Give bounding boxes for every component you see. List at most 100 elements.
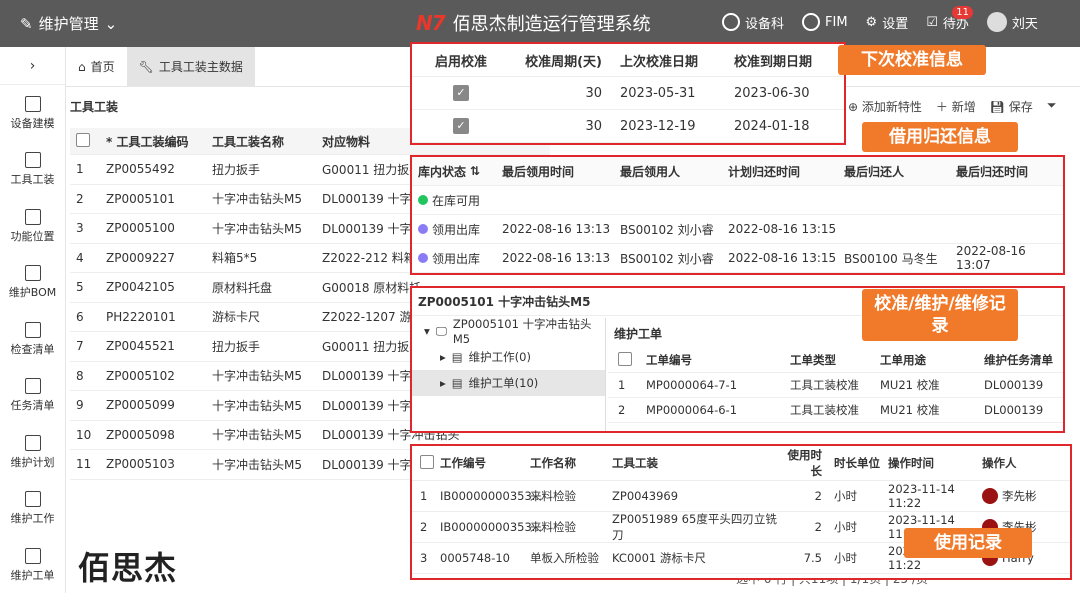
todo-badge: 11 <box>952 5 973 19</box>
status-text: 领用出库 <box>432 251 481 266</box>
table-row[interactable]: 领用出库 2022-08-16 13:13 BS00102 刘小睿 2022-08-1… <box>412 215 1063 244</box>
tab-label: 工具工装主数据 <box>158 60 243 74</box>
tree-node[interactable]: ▾ 🖵 ZP0005101 十字冲击钻头M5 <box>412 317 605 346</box>
dept-switch[interactable]: 设备科 <box>722 13 784 32</box>
table-cell: 十字冲击钻头M5 <box>212 192 302 207</box>
column-header: 校准周期(天) <box>525 54 602 70</box>
table-row[interactable]: ✓ 30 2023-05-31 2023-06-30 <box>412 77 844 110</box>
table-cell: 扭力扳手 <box>212 339 261 354</box>
table-cell: 来料检验 <box>530 520 576 534</box>
device-icon: 🖵 <box>435 323 447 338</box>
sidebar-item-maintenance-bom[interactable]: 维护BOM <box>0 255 65 312</box>
column-header: 工单编号 <box>646 353 692 367</box>
select-all-checkbox[interactable] <box>618 351 632 366</box>
tree-arrow-icon[interactable]: ▸ <box>440 376 446 390</box>
sort-icon[interactable]: ⇅ <box>470 164 480 178</box>
table-cell: BS00100 马冬生 <box>844 251 938 266</box>
table-cell: 小时 <box>834 520 857 534</box>
sidebar-item-function-location[interactable]: 功能位置 <box>0 198 65 255</box>
status-dot-icon <box>418 195 428 205</box>
sidebar-item-maintenance-work[interactable]: 维护工作 <box>0 481 65 538</box>
column-header: 时长单位 <box>834 456 880 470</box>
column-header: 维护任务清单 <box>984 353 1053 367</box>
tree-arrow-icon[interactable]: ▸ <box>440 350 446 364</box>
column-header: 使用时长 <box>787 448 823 478</box>
usage-panel: 工作编号 工作名称 工具工装 使用时长 时长单位 操作时间 操作人 1 IB000… <box>410 444 1072 580</box>
home-icon: ⌂ <box>78 59 86 74</box>
sidebar-item-tools[interactable]: 工具工装 <box>0 142 65 199</box>
maintenance-callout: 校准/维护/维修记录 <box>862 289 1018 342</box>
sidebar-item-checklist[interactable]: 检查清单 <box>0 311 65 368</box>
table-cell: ZP0005103 <box>106 457 175 472</box>
brand: N7 佰思杰制造运行管理系统 <box>416 10 651 36</box>
table-cell: 5 <box>76 280 84 295</box>
select-all-checkbox[interactable] <box>420 454 434 469</box>
checkbox-checked[interactable]: ✓ <box>453 85 469 101</box>
sidebar-item-equipment-model[interactable]: 设备建模 <box>0 85 65 142</box>
column-header-code[interactable]: * 工具工装编码 <box>100 133 206 150</box>
table-cell: ZP0005099 <box>106 398 175 413</box>
tab-home[interactable]: ⌂ 首页 <box>66 47 127 86</box>
table-cell: 3 <box>76 221 84 236</box>
brand-title: 佰思杰制造运行管理系统 <box>452 14 651 35</box>
table-row[interactable]: ✓ 30 2023-12-19 2024-01-18 <box>412 110 844 143</box>
column-header: 工具工装 <box>612 456 658 470</box>
location-icon <box>24 208 41 225</box>
checkbox-checked[interactable]: ✓ <box>453 118 469 134</box>
usage-callout: 使用记录 <box>904 528 1032 559</box>
sidebar-item-tasklist[interactable]: 任务清单 <box>0 368 65 425</box>
todo-button[interactable]: ☑ 待办 11 <box>926 5 973 32</box>
watermark: 佰思杰 <box>78 549 178 587</box>
table-cell: 十字冲击钻头M5 <box>212 398 302 413</box>
table-row[interactable]: 领用出库 2022-08-16 13:13 BS00102 刘小睿 2022-08-1… <box>412 244 1063 273</box>
user-name: 刘天 <box>1011 16 1038 32</box>
fim-button[interactable]: FIM <box>802 13 848 31</box>
table-cell: 扭力扳手 <box>212 162 261 177</box>
table-cell: 小时 <box>834 489 857 503</box>
tree-node-label: 维护工作(0) <box>468 350 531 364</box>
add-feature-button[interactable]: ⊕ 添加新特性 <box>848 98 922 115</box>
gear-icon: ⚙ <box>865 14 878 30</box>
table-cell: IB00000000353... <box>440 489 543 503</box>
sidebar-item-work-order[interactable]: 维护工单 <box>0 537 65 593</box>
user-menu[interactable]: 刘天 <box>986 12 1038 32</box>
table-row[interactable]: 2 MP0000064-6-1 工具工装校准 MU21 校准 DL000139 <box>608 398 1063 423</box>
tree-node[interactable]: ▸ ▤ 维护工单(10) <box>412 370 605 396</box>
status-text: 在库可用 <box>432 193 481 208</box>
tree-node-label: 维护工单(10) <box>468 376 539 390</box>
select-all-checkbox[interactable] <box>76 132 90 147</box>
table-cell: 2023-05-31 <box>620 85 696 101</box>
save-button[interactable]: 💾︎ 保存 <box>990 98 1033 115</box>
filter-icon[interactable]: ⏷ <box>1047 98 1057 115</box>
module-menu[interactable]: ✎ 维护管理 ⌄ <box>20 13 117 34</box>
folder-icon: ▤ <box>451 376 463 390</box>
column-header: 最后归还人 <box>844 164 905 179</box>
sidebar-item-label: 维护工作 <box>10 512 55 526</box>
column-header: 最后归还时间 <box>956 164 1029 179</box>
tree-arrow-icon[interactable]: ▾ <box>424 324 430 338</box>
table-cell: 2022-08-16 13:15 <box>728 251 837 265</box>
table-cell: 工具工装校准 <box>790 378 859 392</box>
table-cell: 30 <box>585 85 602 101</box>
table-cell: 2023-11-14 11:22 <box>888 482 955 510</box>
table-header: 工作编号 工作名称 工具工装 使用时长 时长单位 操作时间 操作人 <box>412 446 1070 481</box>
dept-label: 设备科 <box>745 16 785 32</box>
table-cell: ZP0045521 <box>106 339 175 354</box>
tree-node[interactable]: ▸ ▤ 维护工作(0) <box>412 344 605 370</box>
table-row[interactable]: 1 IB00000000353... 来料检验 ZP0043969 2 小时 2023-11… <box>412 481 1070 512</box>
add-button[interactable]: ＋ 新增 <box>936 98 976 115</box>
document-icon <box>24 265 41 282</box>
column-header: 上次校准日期 <box>620 54 699 70</box>
folder-icon: ▤ <box>451 350 463 364</box>
sidebar-item-maintenance-plan[interactable]: 维护计划 <box>0 424 65 481</box>
table-row[interactable]: 在库可用 <box>412 186 1063 215</box>
tab-tool-master[interactable]: 🔧︎ 工具工装主数据 <box>126 47 255 86</box>
sidebar-toggle[interactable]: › <box>0 47 65 85</box>
table-cell: 来料检验 <box>530 489 576 503</box>
table-cell: 11 <box>76 457 92 472</box>
status-cell: 领用出库 <box>412 250 496 267</box>
settings-button[interactable]: ⚙ 设置 <box>866 13 909 32</box>
table-row[interactable]: 1 MP0000064-7-1 工具工装校准 MU21 校准 DL000139 <box>608 373 1063 398</box>
column-header-name[interactable]: 工具工装名称 <box>206 133 316 150</box>
table-cell: MP0000064-7-1 <box>646 378 738 392</box>
